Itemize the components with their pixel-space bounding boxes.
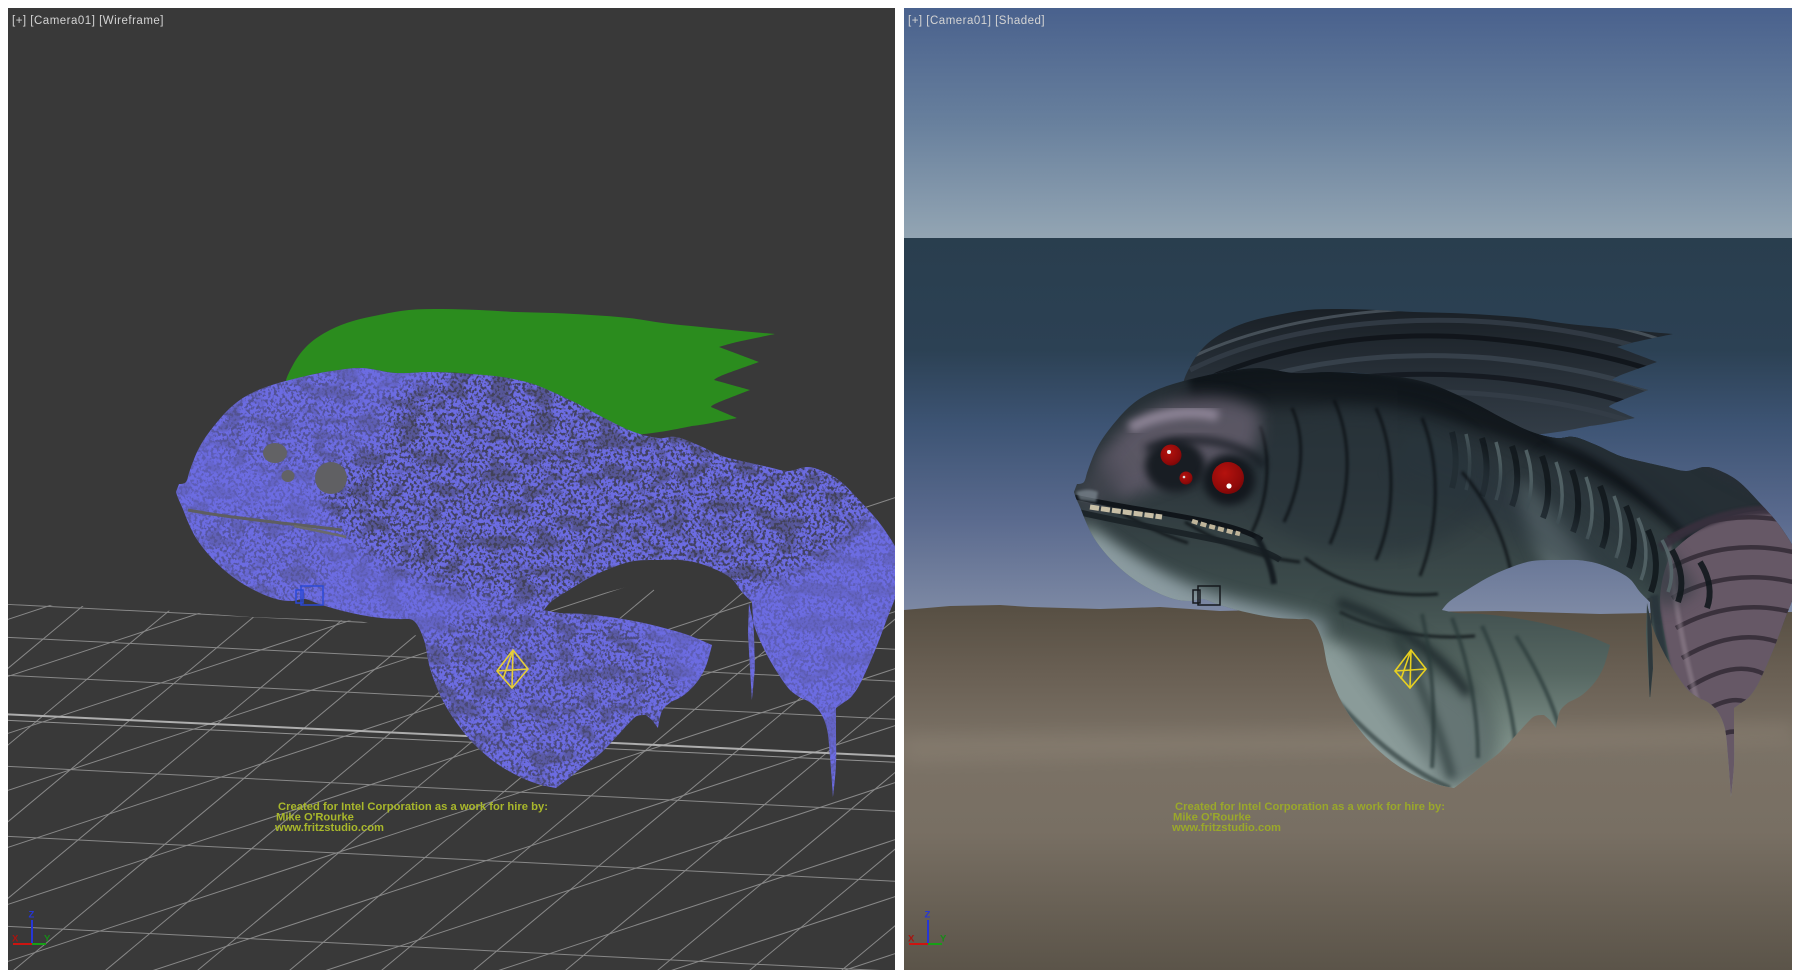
svg-text:X: X (908, 934, 915, 945)
svg-text:Z: Z (925, 910, 931, 921)
svg-text:[+] [Camera01] [Wireframe]: [+] [Camera01] [Wireframe] (12, 15, 164, 27)
svg-text:Z: Z (29, 910, 35, 921)
svg-text:www.fritzstudio.com: www.fritzstudio.com (274, 822, 384, 834)
svg-text:www.fritzstudio.com: www.fritzstudio.com (1171, 822, 1281, 834)
svg-text:[+] [Camera01] [Shaded]: [+] [Camera01] [Shaded] (908, 15, 1045, 27)
svg-text:X: X (12, 934, 19, 945)
svg-text:Y: Y (44, 934, 51, 945)
svg-text:Y: Y (940, 934, 947, 945)
